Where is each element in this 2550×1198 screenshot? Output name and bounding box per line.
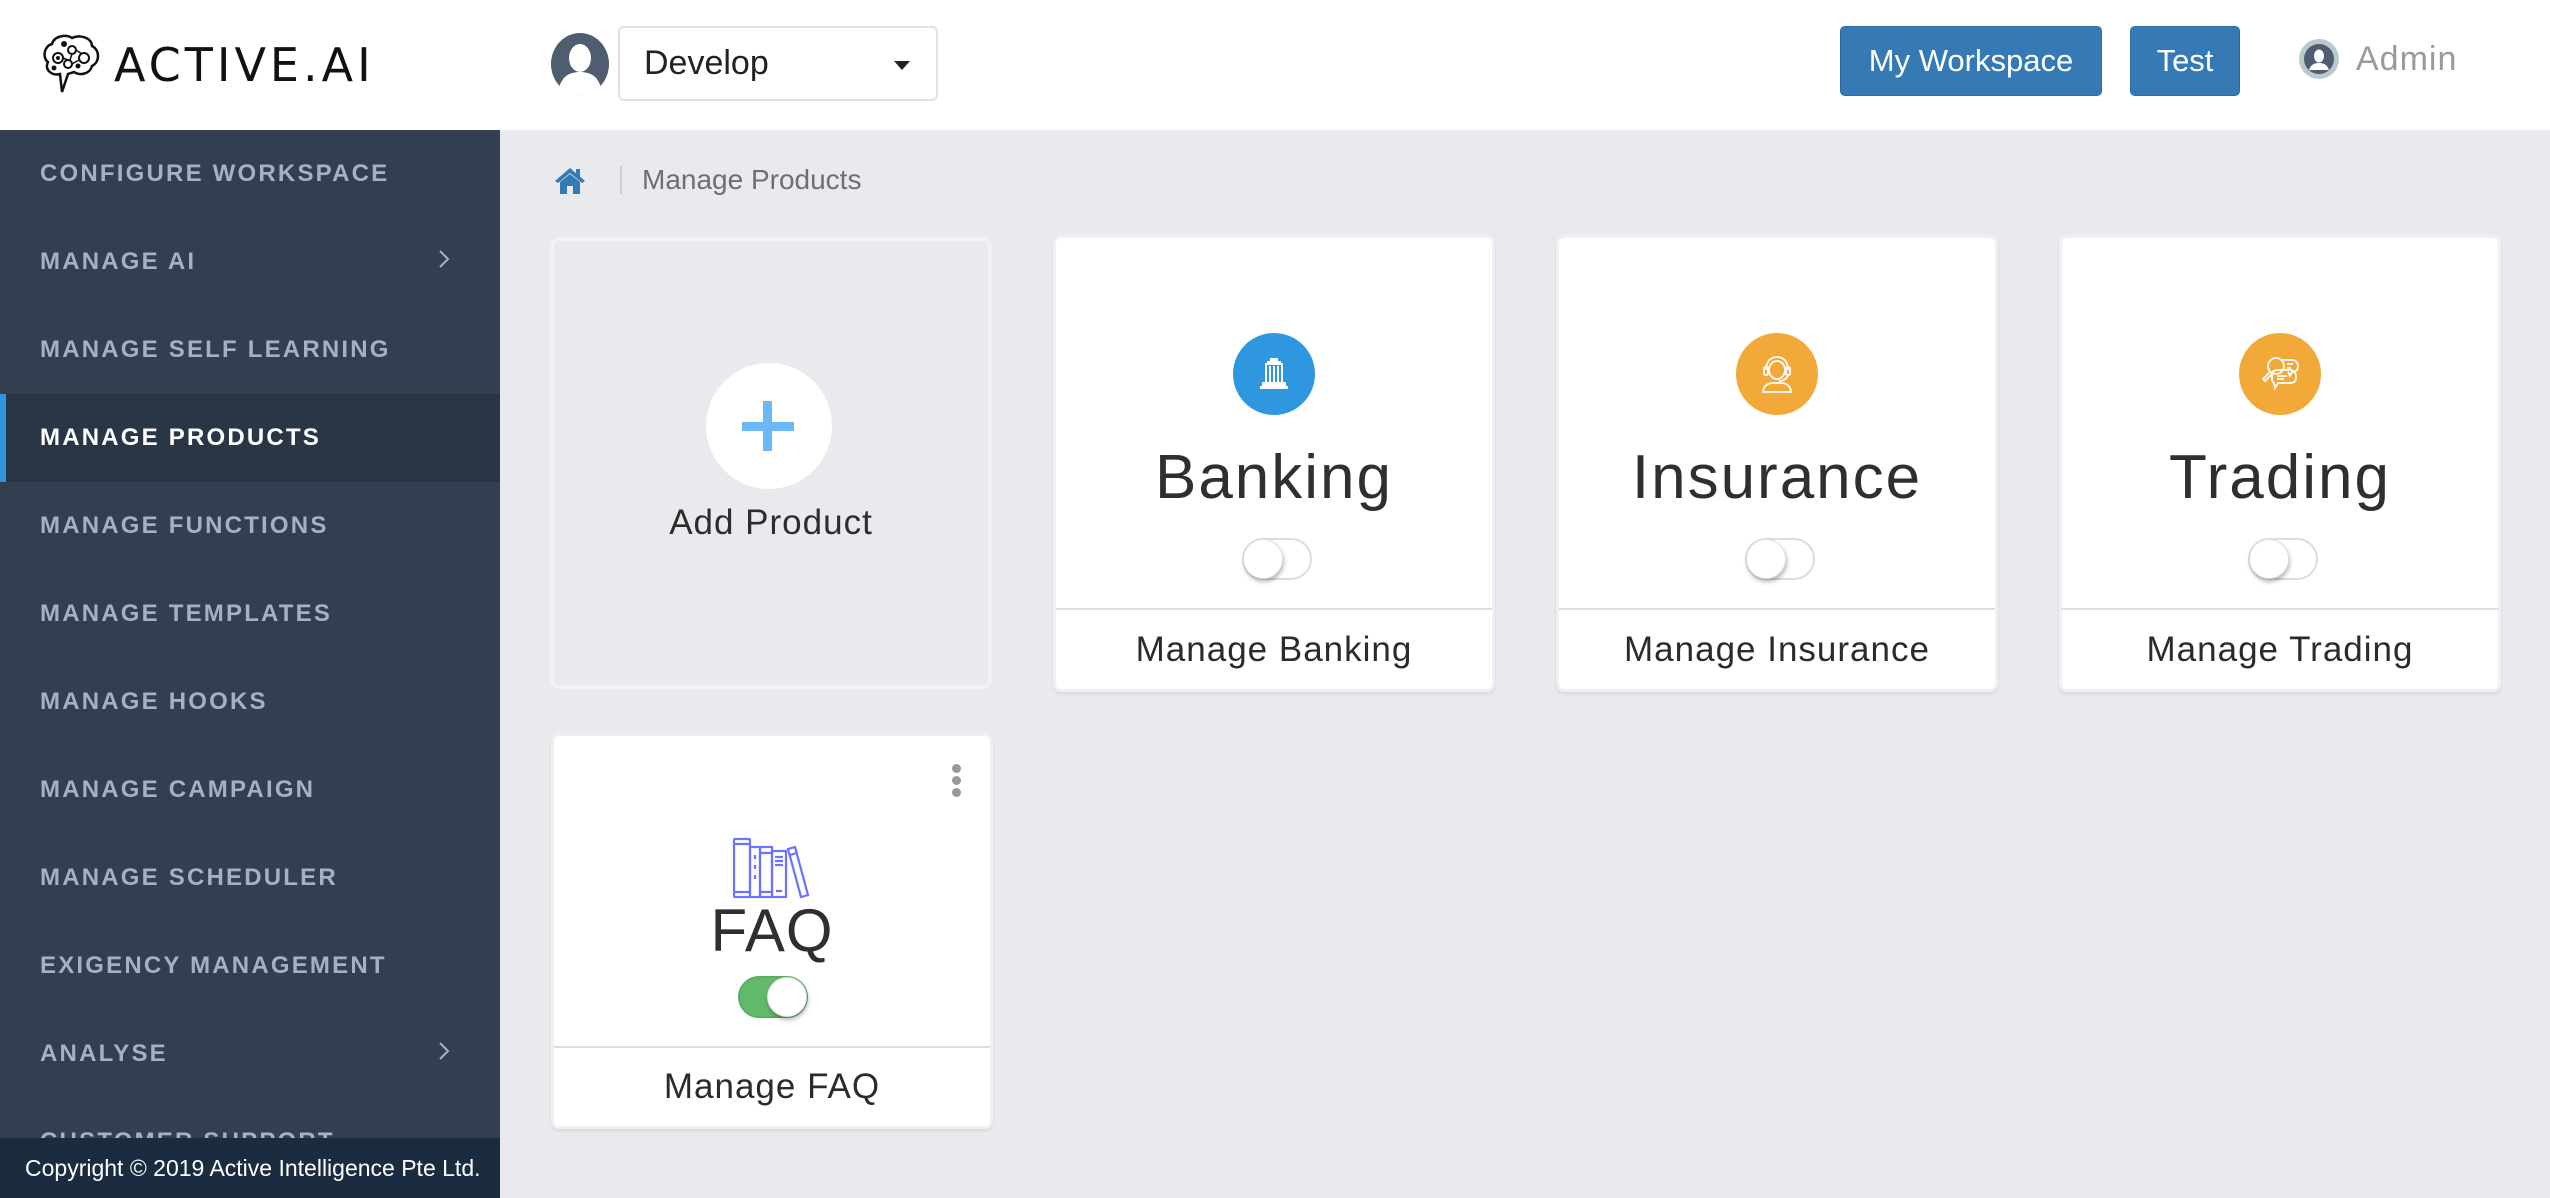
sidebar-item-manage-scheduler[interactable]: MANAGE SCHEDULER xyxy=(0,834,500,922)
test-button[interactable]: Test xyxy=(2130,26,2240,96)
search-chat-icon xyxy=(2239,333,2321,415)
sidebar: CONFIGURE WORKSPACE MANAGE AI MANAGE SEL… xyxy=(0,130,500,1198)
my-workspace-button[interactable]: My Workspace xyxy=(1840,26,2102,96)
product-card-trading: Trading Manage Trading xyxy=(2059,235,2501,692)
product-title: FAQ xyxy=(710,897,834,964)
product-card-insurance: Insurance Manage Insurance xyxy=(1556,235,1998,692)
brain-logo-icon xyxy=(43,34,100,93)
sidebar-item-label: MANAGE PRODUCTS xyxy=(40,424,322,451)
headset-agent-icon xyxy=(1736,333,1818,415)
user-name: Admin xyxy=(2356,39,2458,78)
sidebar-item-label: MANAGE AI xyxy=(40,248,197,275)
manage-banking-link[interactable]: Manage Banking xyxy=(1056,610,1492,689)
sidebar-item-manage-ai[interactable]: MANAGE AI xyxy=(0,218,500,306)
breadcrumb-current: Manage Products xyxy=(642,164,862,195)
sidebar-item-label: EXIGENCY MANAGEMENT xyxy=(40,952,387,979)
sidebar-item-label: MANAGE FUNCTIONS xyxy=(40,512,329,539)
sidebar-item-manage-campaign[interactable]: MANAGE CAMPAIGN xyxy=(0,746,500,834)
product-enable-toggle[interactable] xyxy=(1242,538,1312,580)
sidebar-item-exigency-management[interactable]: EXIGENCY MANAGEMENT xyxy=(0,922,500,1010)
logo[interactable]: ACTIVE.AI xyxy=(38,32,375,98)
manage-trading-link[interactable]: Manage Trading xyxy=(2062,610,2498,689)
product-title: Trading xyxy=(2169,443,2391,512)
product-enable-toggle[interactable] xyxy=(738,976,808,1018)
workspace-select-value: Develop xyxy=(644,44,769,82)
sidebar-item-configure-workspace[interactable]: CONFIGURE WORKSPACE xyxy=(0,130,500,218)
caret-down-icon xyxy=(894,61,910,70)
workspace-avatar-icon xyxy=(551,33,609,95)
breadcrumb: Manage Products xyxy=(554,160,861,200)
sidebar-item-manage-functions[interactable]: MANAGE FUNCTIONS xyxy=(0,482,500,570)
home-icon[interactable] xyxy=(554,165,586,195)
breadcrumb-separator xyxy=(620,166,622,194)
sidebar-item-label: MANAGE TEMPLATES xyxy=(40,600,333,627)
bank-building-icon xyxy=(1233,333,1315,415)
sidebar-item-label: CONFIGURE WORKSPACE xyxy=(40,160,390,187)
books-icon xyxy=(732,837,810,899)
manage-faq-link[interactable]: Manage FAQ xyxy=(554,1048,990,1126)
sidebar-item-label: MANAGE SELF LEARNING xyxy=(40,336,391,363)
sidebar-item-label: MANAGE SCHEDULER xyxy=(40,864,338,891)
sidebar-item-label: MANAGE HOOKS xyxy=(40,688,268,715)
sidebar-item-manage-templates[interactable]: MANAGE TEMPLATES xyxy=(0,570,500,658)
user-avatar-icon xyxy=(2299,39,2339,79)
sidebar-item-analyse[interactable]: ANALYSE xyxy=(0,1010,500,1098)
copyright-footer: Copyright © 2019 Active Intelligence Pte… xyxy=(0,1138,500,1198)
product-card-faq: FAQ Manage FAQ xyxy=(551,733,993,1129)
product-card-banking: Banking Manage Banking xyxy=(1053,235,1495,692)
top-header: ACTIVE.AI Develop My Workspace Test Admi… xyxy=(0,0,2550,130)
product-title: Insurance xyxy=(1631,443,1923,512)
manage-insurance-link[interactable]: Manage Insurance xyxy=(1559,610,1995,689)
sidebar-item-label: MANAGE CAMPAIGN xyxy=(40,776,316,803)
sidebar-item-manage-self-learning[interactable]: MANAGE SELF LEARNING xyxy=(0,306,500,394)
chevron-right-icon xyxy=(439,250,450,268)
sidebar-item-manage-products[interactable]: MANAGE PRODUCTS xyxy=(0,394,500,482)
add-product-label: Add Product xyxy=(669,503,873,542)
sidebar-item-manage-hooks[interactable]: MANAGE HOOKS xyxy=(0,658,500,746)
add-product-card[interactable]: Add Product xyxy=(550,237,992,689)
more-options-icon[interactable] xyxy=(950,764,964,798)
copyright-text: Copyright © 2019 Active Intelligence Pte… xyxy=(25,1154,481,1181)
sidebar-item-label: ANALYSE xyxy=(40,1040,168,1067)
product-enable-toggle[interactable] xyxy=(1745,538,1815,580)
plus-icon xyxy=(706,363,832,489)
logo-text: ACTIVE.AI xyxy=(114,38,375,92)
user-menu[interactable]: Admin xyxy=(2298,38,2457,80)
chevron-right-icon xyxy=(439,1042,450,1060)
product-enable-toggle[interactable] xyxy=(2248,538,2318,580)
product-title: Banking xyxy=(1154,443,1394,512)
workspace-select[interactable]: Develop xyxy=(618,26,938,101)
